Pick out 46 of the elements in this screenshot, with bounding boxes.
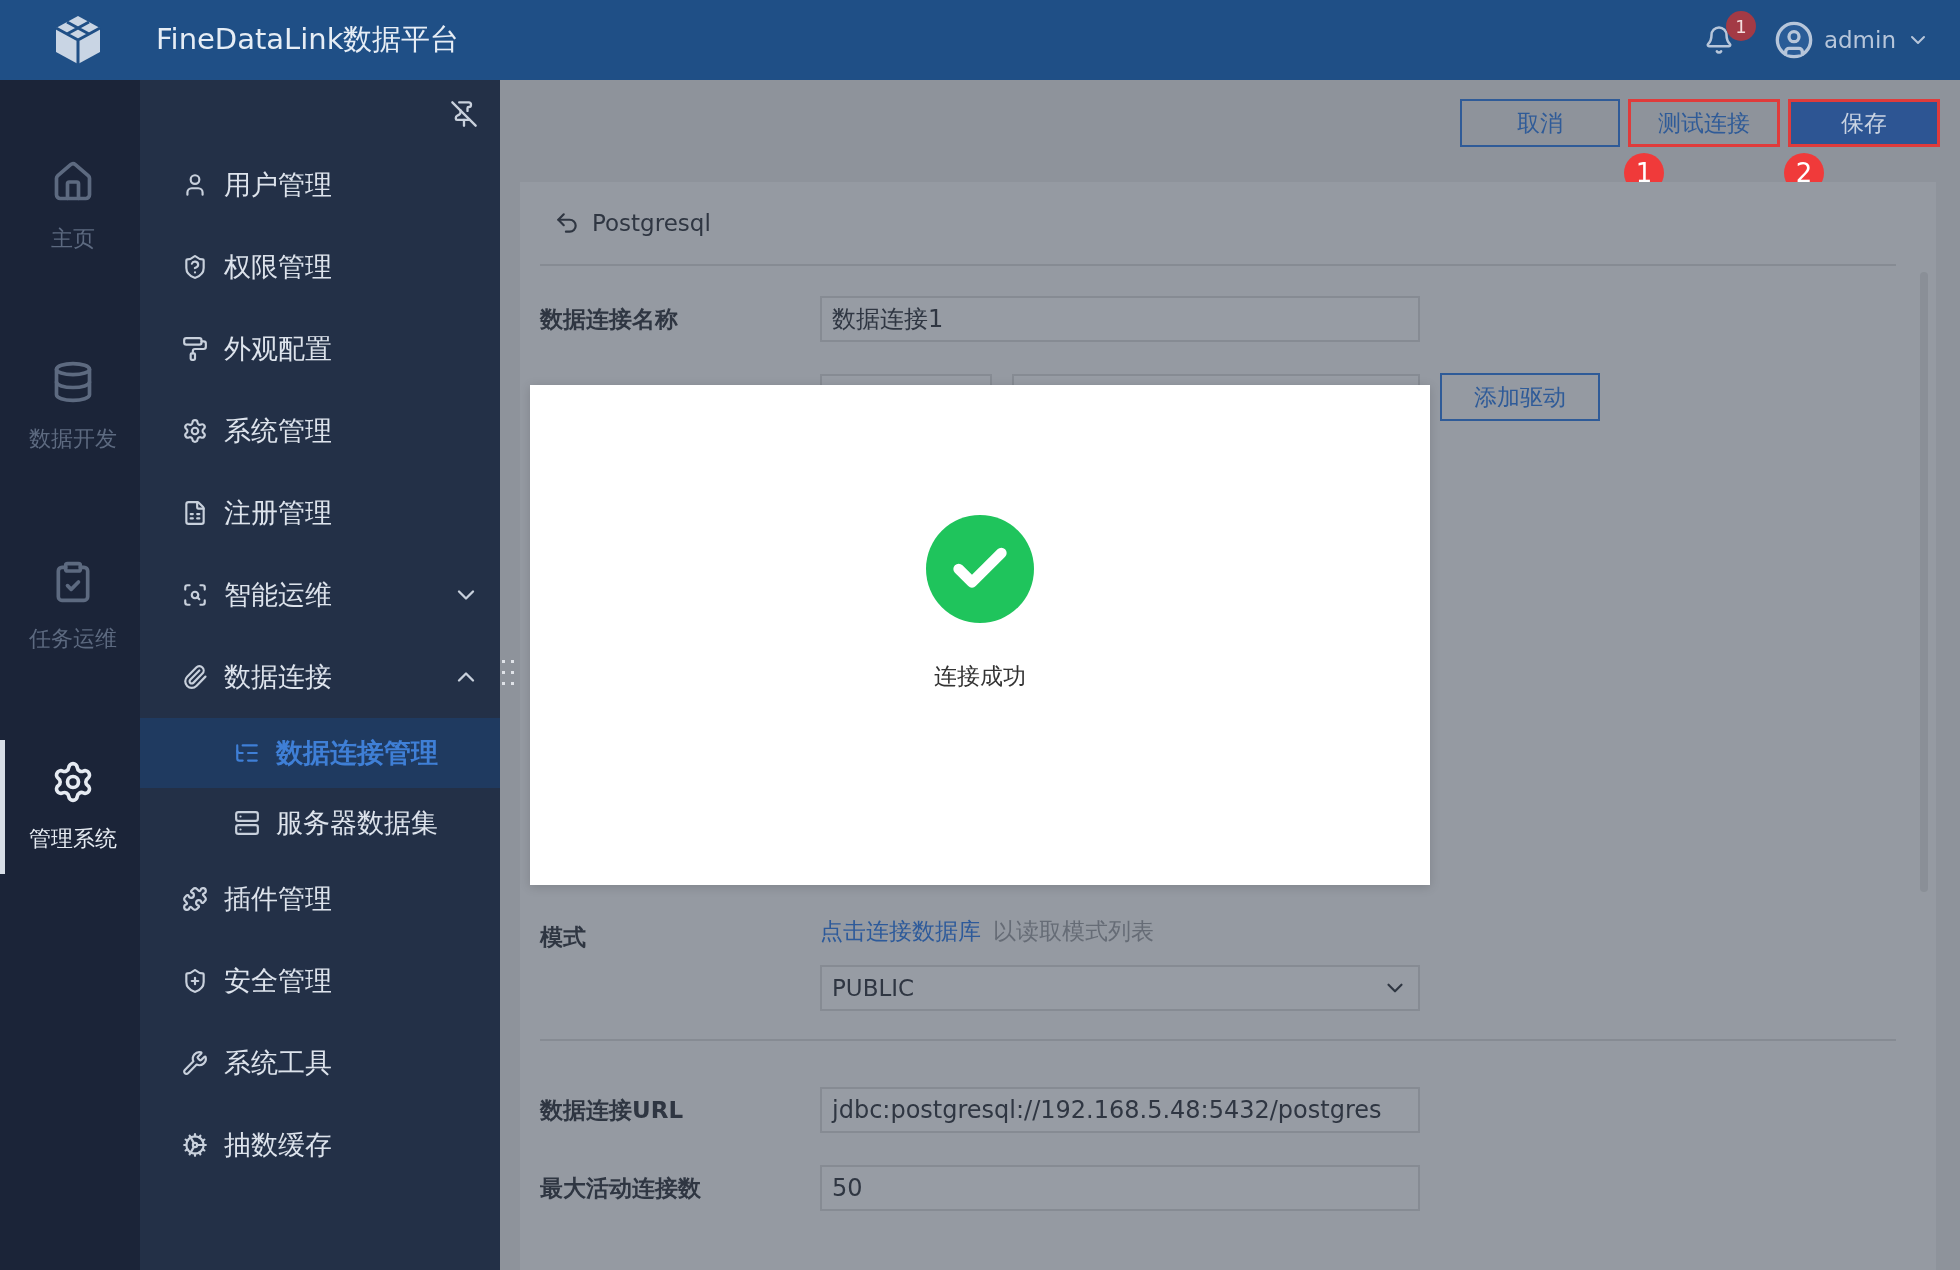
server-icon: [234, 810, 260, 836]
field-label: 数据连接URL: [540, 1095, 685, 1125]
schema-select[interactable]: PUBLIC: [820, 965, 1420, 1011]
puzzle-icon: [182, 886, 208, 912]
sidebar-item[interactable]: 数据连接: [140, 636, 500, 718]
shield-icon: [182, 254, 208, 280]
connect-database-link[interactable]: 点击连接数据库: [820, 918, 981, 944]
field-label: 最大活动连接数: [540, 1173, 702, 1203]
sidebar-item[interactable]: 抽数缓存: [140, 1104, 500, 1186]
sidebar-item[interactable]: 系统工具: [140, 1022, 500, 1104]
sidebar-subitem[interactable]: 服务器数据集: [140, 788, 500, 858]
unpin-icon[interactable]: [450, 100, 478, 128]
user-menu[interactable]: admin: [1773, 20, 1930, 60]
input-field[interactable]: 50: [820, 1165, 1420, 1211]
sidebar-item[interactable]: 外观配置: [140, 308, 500, 390]
paperclip-icon: [182, 664, 208, 690]
scan-icon: [182, 582, 208, 608]
sidebar-item[interactable]: 用户管理: [140, 144, 500, 226]
sidebar-item[interactable]: 智能运维: [140, 554, 500, 636]
toolbar-button[interactable]: 保存: [1788, 99, 1940, 147]
nav-rail-item[interactable]: 数据开发: [0, 340, 140, 474]
gear-icon: [182, 418, 208, 444]
gear-icon: [182, 1132, 208, 1158]
nav-rail-item[interactable]: 任务运维: [0, 540, 140, 674]
drag-handle-icon[interactable]: [502, 660, 516, 688]
field-label: 模式: [540, 923, 587, 952]
connection-type: Postgresql: [592, 210, 711, 236]
back-icon[interactable]: [554, 210, 580, 236]
sidebar-item[interactable]: 插件管理: [140, 858, 500, 940]
sidebar-item[interactable]: 注册管理: [140, 472, 500, 554]
nav-rail-item[interactable]: 主页: [0, 140, 140, 274]
input-field[interactable]: jdbc:postgresql://192.168.5.48:5432/postgres: [820, 1087, 1420, 1133]
shield-plus-icon: [182, 968, 208, 994]
user-avatar-icon: [1773, 20, 1814, 60]
sidebar-item[interactable]: 权限管理: [140, 226, 500, 308]
notification-count: 1: [1725, 11, 1756, 41]
wrench-icon: [182, 1050, 208, 1076]
paint-roller-icon: [182, 336, 208, 362]
input-field[interactable]: 数据连接1: [820, 296, 1420, 342]
sidebar-subitem[interactable]: 数据连接管理: [140, 718, 500, 788]
field-label: 数据连接名称: [540, 304, 679, 334]
app-title: FineDataLink数据平台: [156, 21, 460, 58]
dialog-message: 连接成功: [934, 662, 1026, 691]
sidebar-item[interactable]: 系统管理: [140, 390, 500, 472]
form-icon: [182, 500, 208, 526]
sidebar-item[interactable]: 安全管理: [140, 940, 500, 1022]
